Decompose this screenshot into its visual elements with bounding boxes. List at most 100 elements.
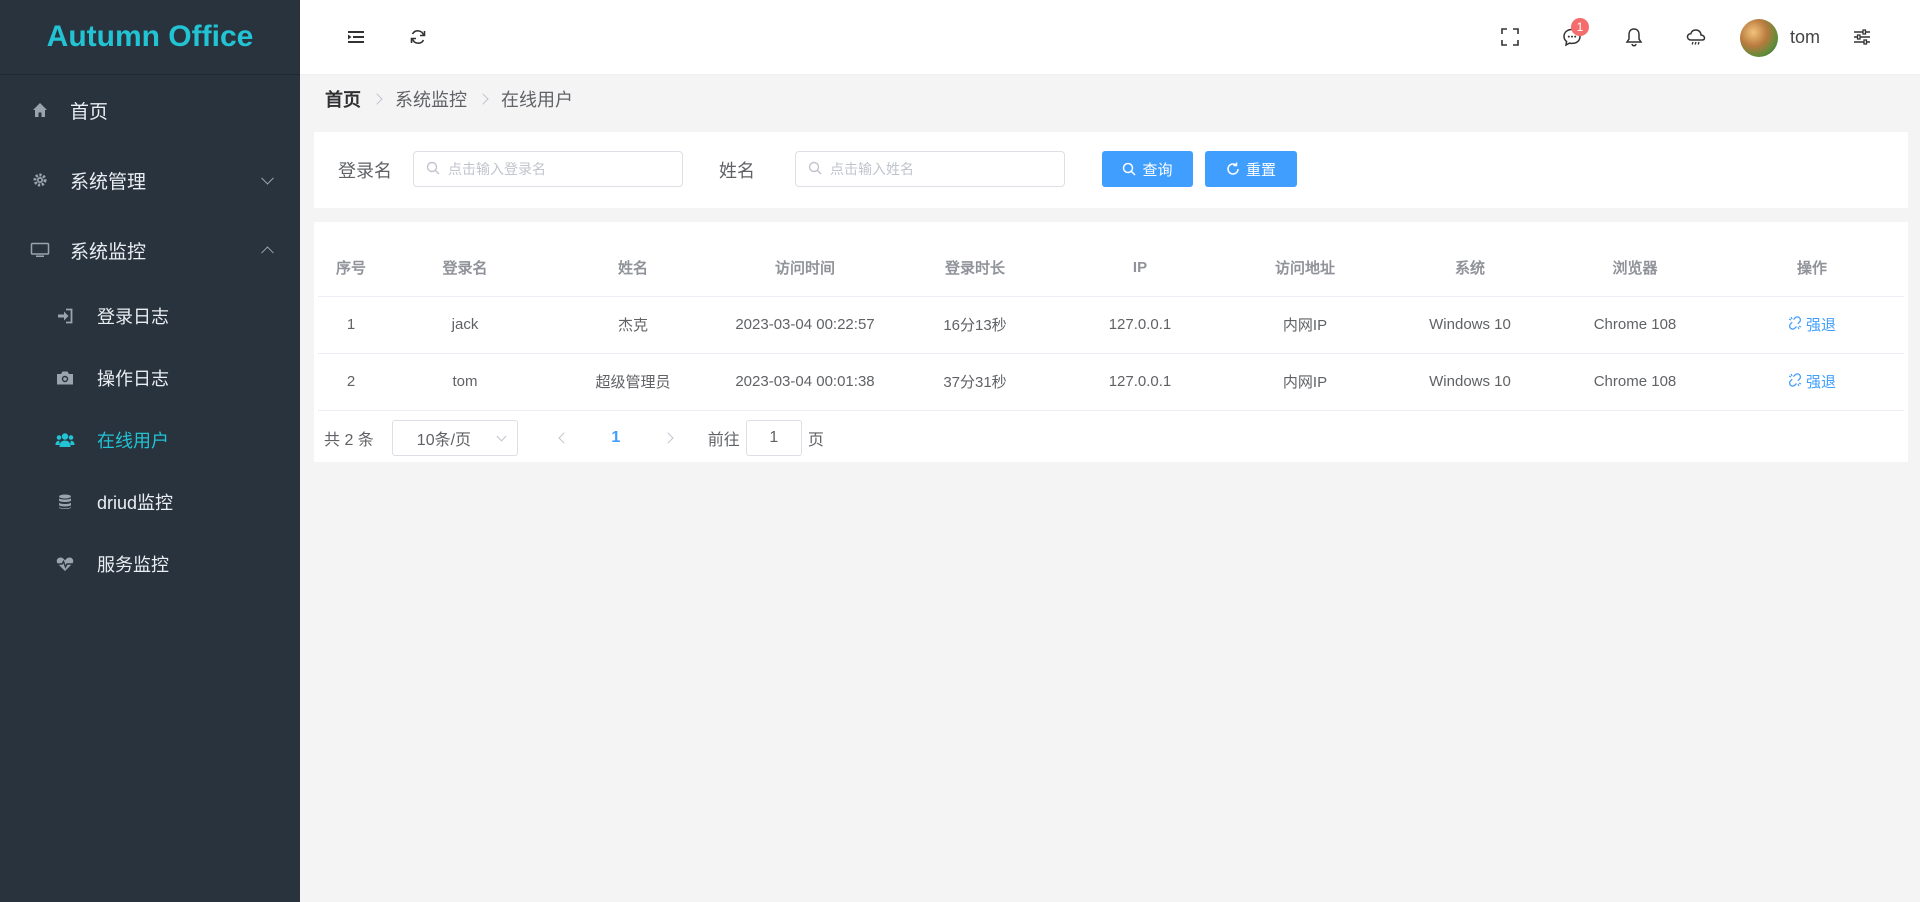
cell-duration: 37分31秒 bbox=[890, 353, 1060, 411]
cell-index: 1 bbox=[318, 296, 384, 354]
avatar[interactable] bbox=[1740, 19, 1778, 57]
login-name-field[interactable] bbox=[413, 151, 683, 187]
cell-login-name: jack bbox=[384, 296, 546, 354]
chevron-down-icon bbox=[261, 171, 274, 185]
unlink-icon bbox=[1788, 372, 1802, 391]
fullscreen-button[interactable] bbox=[1494, 22, 1526, 54]
chevron-right-icon bbox=[477, 93, 489, 105]
menu-item-system-management[interactable]: 系统管理 bbox=[0, 145, 300, 215]
table-row: 2 tom 超级管理员 2023-03-04 00:01:38 37分31秒 1… bbox=[318, 353, 1904, 411]
query-button-label: 查询 bbox=[1142, 161, 1173, 179]
cell-visit-time: 2023-03-04 00:22:57 bbox=[720, 296, 890, 354]
cell-os: Windows 10 bbox=[1390, 296, 1550, 354]
cell-os: Windows 10 bbox=[1390, 353, 1550, 411]
menu-fold-icon bbox=[348, 30, 364, 47]
brand-logo[interactable]: Autumn Office bbox=[0, 0, 300, 75]
name-label: 姓名 bbox=[719, 161, 755, 181]
sidebar-item-druid-monitor-label: driud监控 bbox=[97, 493, 174, 513]
sign-in-icon bbox=[55, 306, 75, 326]
col-header-index: 序号 bbox=[318, 240, 384, 297]
sidebar-item-service-monitor[interactable]: 服务监控 bbox=[0, 533, 300, 595]
page-size-value: 10条/页 bbox=[416, 432, 472, 449]
table-header-row: 序号 登录名 姓名 访问时间 登录时长 IP 访问地址 系统 浏览器 操作 bbox=[318, 240, 1904, 297]
breadcrumb: 首页 系统监控 在线用户 bbox=[325, 86, 573, 112]
top-header: 1 tom bbox=[300, 0, 1920, 75]
force-logout-label: 强退 bbox=[1805, 317, 1836, 334]
sidebar-item-online-users-label: 在线用户 bbox=[97, 431, 169, 451]
cell-location: 内网IP bbox=[1220, 296, 1390, 354]
col-header-actions: 操作 bbox=[1720, 240, 1904, 297]
cell-login-name: tom bbox=[384, 353, 546, 411]
chevron-right-icon bbox=[662, 432, 674, 444]
search-icon bbox=[426, 161, 440, 178]
settings-button[interactable] bbox=[1846, 22, 1878, 54]
col-header-duration: 登录时长 bbox=[890, 240, 1060, 297]
name-field[interactable] bbox=[795, 151, 1065, 187]
name-input[interactable] bbox=[830, 161, 1050, 177]
heartbeat-icon bbox=[55, 554, 75, 574]
col-header-visit-time: 访问时间 bbox=[720, 240, 890, 297]
notifications-button[interactable] bbox=[1618, 22, 1650, 54]
menu-fold-button[interactable] bbox=[340, 22, 372, 54]
monitor-icon bbox=[30, 240, 50, 260]
menu-item-home[interactable]: 首页 bbox=[0, 75, 300, 145]
cloud-icon bbox=[1686, 28, 1706, 49]
menu-item-system-monitor-label: 系统监控 bbox=[70, 241, 147, 263]
search-form: 登录名 姓名 查询 重置 bbox=[314, 132, 1908, 208]
col-header-location: 访问地址 bbox=[1220, 240, 1390, 297]
cell-index: 2 bbox=[318, 353, 384, 411]
username-label[interactable]: tom bbox=[1790, 27, 1820, 48]
sidebar-item-online-users[interactable]: 在线用户 bbox=[0, 409, 300, 471]
sidebar-item-druid-monitor[interactable]: driud监控 bbox=[0, 471, 300, 533]
prev-page-button[interactable] bbox=[544, 420, 584, 456]
query-button[interactable]: 查询 bbox=[1102, 151, 1193, 187]
sidebar-item-service-monitor-label: 服务监控 bbox=[97, 555, 169, 575]
cell-ip: 127.0.0.1 bbox=[1060, 296, 1220, 354]
reset-button-label: 重置 bbox=[1245, 161, 1276, 179]
home-icon bbox=[30, 100, 50, 120]
page-size-select[interactable]: 10条/页 bbox=[391, 420, 518, 456]
breadcrumb-system-monitor[interactable]: 系统监控 bbox=[395, 86, 467, 112]
cell-actions: 强退 bbox=[1720, 296, 1904, 354]
breadcrumb-home[interactable]: 首页 bbox=[325, 86, 361, 112]
col-header-os: 系统 bbox=[1390, 240, 1550, 297]
cell-duration: 16分13秒 bbox=[890, 296, 1060, 354]
sidebar-item-login-log[interactable]: 登录日志 bbox=[0, 285, 300, 347]
force-logout-label: 强退 bbox=[1805, 374, 1836, 391]
force-logout-button[interactable]: 强退 bbox=[1788, 371, 1836, 392]
search-icon bbox=[808, 161, 822, 178]
pagination-total: 共 2 条 bbox=[324, 432, 374, 449]
refresh-icon bbox=[409, 28, 427, 49]
weather-button[interactable] bbox=[1680, 22, 1712, 54]
menu-item-system-monitor[interactable]: 系统监控 bbox=[0, 215, 300, 285]
chevron-right-icon bbox=[371, 93, 383, 105]
cell-browser: Chrome 108 bbox=[1550, 353, 1720, 411]
chevron-left-icon bbox=[558, 432, 570, 444]
sidebar: Autumn Office 首页 系统管理 系统监控 登录日志 操作日志 在线用… bbox=[0, 0, 300, 902]
menu-item-system-management-label: 系统管理 bbox=[70, 171, 147, 193]
login-name-input[interactable] bbox=[448, 161, 668, 177]
cell-name: 杰克 bbox=[546, 296, 720, 354]
refresh-button[interactable] bbox=[402, 22, 434, 54]
cell-name: 超级管理员 bbox=[546, 353, 720, 411]
sidebar-item-operation-log[interactable]: 操作日志 bbox=[0, 347, 300, 409]
camera-icon bbox=[55, 368, 75, 388]
cell-location: 内网IP bbox=[1220, 353, 1390, 411]
search-icon bbox=[1122, 162, 1137, 176]
page-unit-label: 页 bbox=[807, 432, 824, 449]
next-page-button[interactable] bbox=[648, 420, 688, 456]
chevron-down-icon bbox=[496, 431, 507, 442]
unlink-icon bbox=[1788, 315, 1802, 334]
database-icon bbox=[55, 492, 75, 512]
online-users-table: 序号 登录名 姓名 访问时间 登录时长 IP 访问地址 系统 浏览器 操作 1 … bbox=[318, 240, 1904, 411]
col-header-ip: IP bbox=[1060, 240, 1220, 297]
goto-label: 前往 bbox=[707, 432, 740, 449]
message-count-badge: 1 bbox=[1571, 18, 1589, 36]
force-logout-button[interactable]: 强退 bbox=[1788, 314, 1836, 335]
messages-button[interactable]: 1 bbox=[1556, 18, 1589, 54]
sidebar-item-operation-log-label: 操作日志 bbox=[97, 369, 169, 389]
goto-page-input[interactable] bbox=[745, 420, 802, 456]
cell-ip: 127.0.0.1 bbox=[1060, 353, 1220, 411]
page-number-current[interactable]: 1 bbox=[596, 429, 636, 447]
reset-button[interactable]: 重置 bbox=[1205, 151, 1297, 187]
